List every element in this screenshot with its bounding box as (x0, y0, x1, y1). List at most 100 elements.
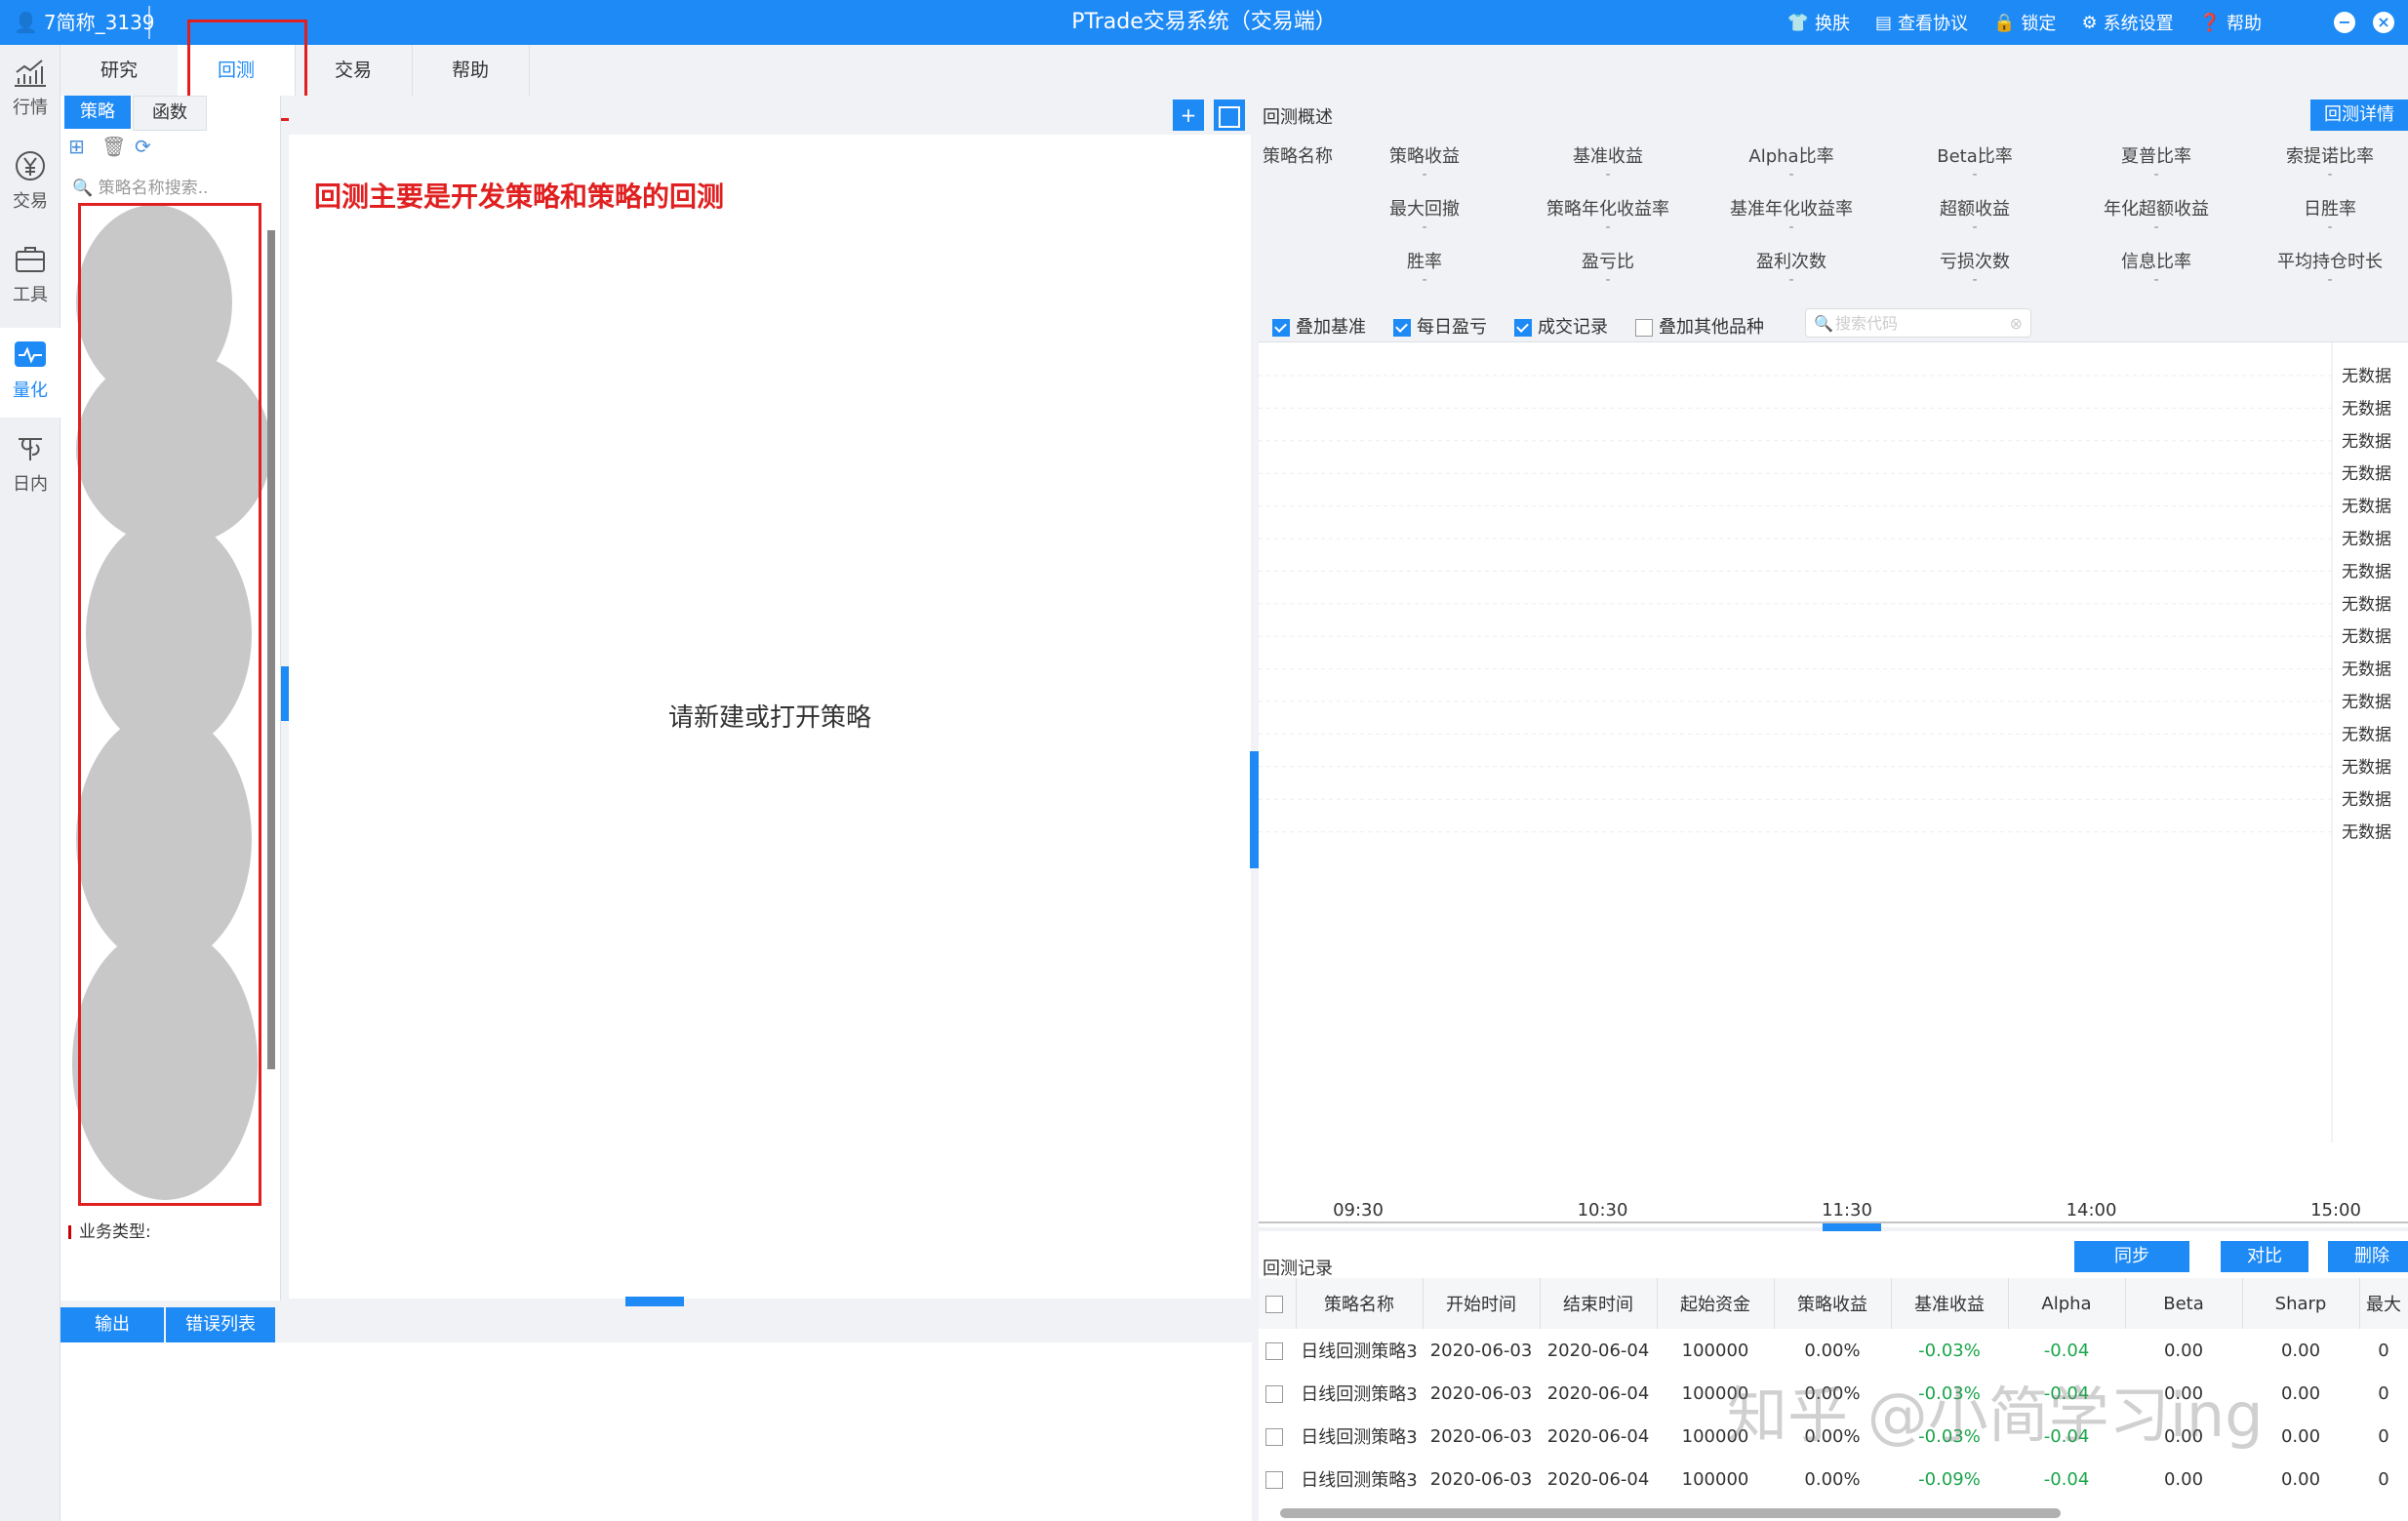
column-header[interactable]: 策略名称 (1296, 1278, 1424, 1329)
intraday-icon (19, 438, 42, 460)
vertical-splitter-handle[interactable] (1250, 751, 1259, 868)
table-cell: -0.04 (2043, 1468, 2090, 1490)
sidebar-item-quant[interactable]: 量化 (0, 328, 60, 418)
document-icon: ▤ (1875, 12, 1893, 33)
y-tick-label: 无数据 (2342, 432, 2391, 452)
refresh-icon[interactable]: ⟳ (135, 135, 151, 158)
column-header[interactable]: 结束时间 (1540, 1278, 1658, 1329)
close-button[interactable]: × (2373, 12, 2394, 33)
column-header[interactable]: Alpha (2008, 1278, 2126, 1329)
help-icon: ❓ (2198, 12, 2221, 33)
table-cell: 2020-06-03 (1429, 1468, 1533, 1490)
settings-button[interactable]: ⚙ 系统设置 (2081, 10, 2173, 35)
symbol-search-input[interactable]: 🔍 搜索代码 ⊗ (1805, 308, 2031, 338)
skin-button[interactable]: 👕 换肤 (1787, 10, 1850, 35)
new-strategy-button[interactable]: + (1173, 100, 1204, 131)
row-checkbox[interactable] (1259, 1329, 1296, 1372)
table-cell: 2020-06-03 (1429, 1425, 1533, 1447)
stat-profit-loss-ratio: 盈亏比 - (1582, 252, 1634, 288)
delete-button[interactable]: 删除 (2328, 1241, 2408, 1272)
table-cell: 2020-06-04 (1546, 1382, 1650, 1404)
column-header[interactable]: 开始时间 (1423, 1278, 1541, 1329)
table-cell: 0 (2378, 1340, 2389, 1361)
collapse-left-panel-handle[interactable] (281, 666, 289, 721)
checkbox-checked-icon (1272, 319, 1290, 337)
help-button[interactable]: ❓ 帮助 (2199, 10, 2262, 35)
table-horizontal-scrollbar[interactable] (1280, 1508, 2061, 1518)
tab-research[interactable]: 研究 (60, 45, 179, 96)
stat-win-count: 盈利次数 - (1756, 252, 1826, 288)
stat-max-drawdown: 最大回撤 - (1389, 199, 1460, 235)
column-header[interactable]: 最大 (2359, 1278, 2408, 1329)
clear-icon[interactable]: ⊗ (2010, 309, 2023, 339)
sidebar-item-intraday[interactable]: 日内 (0, 421, 60, 511)
x-tick-label: 15:00 (2310, 1200, 2361, 1221)
trade-records-checkbox[interactable]: 成交记录 (1514, 313, 1608, 339)
checkbox-unchecked-icon (1265, 1384, 1283, 1403)
tab-help[interactable]: 帮助 (412, 45, 530, 96)
table-cell: 0 (2378, 1382, 2389, 1404)
tab-error-list[interactable]: 错误列表 (166, 1307, 275, 1342)
backtest-detail-button[interactable]: 回测详情 (2310, 100, 2408, 131)
sync-button[interactable]: 同步 (2074, 1241, 2189, 1272)
tab-output[interactable]: 输出 (60, 1307, 164, 1342)
search-icon: 🔍 (1814, 314, 1833, 333)
add-strategy-icon[interactable]: ⊞ (68, 135, 85, 158)
table-cell: 日线回测策略3 (1301, 1427, 1418, 1448)
y-tick-label: 无数据 (2342, 823, 2391, 843)
table-row[interactable]: 日线回测策略3 2020-06-03 2020-06-04 100000 0.00% -0… (1259, 1458, 2408, 1501)
lock-button[interactable]: 🔒 锁定 (1993, 10, 2056, 35)
column-header[interactable]: Beta (2125, 1278, 2243, 1329)
list-scrollbar[interactable] (267, 230, 275, 1069)
table-cell: 2020-06-04 (1546, 1425, 1650, 1447)
table-cell: 日线回测策略3 (1301, 1384, 1418, 1405)
select-all-checkbox[interactable] (1259, 1278, 1297, 1329)
stat-strategy-return: 策略收益 - (1389, 146, 1460, 182)
y-tick-label: 无数据 (2342, 758, 2391, 778)
compare-button[interactable]: 对比 (2221, 1241, 2308, 1272)
chart-options: 叠加基准 每日盈亏 成交记录 叠加其他品种 (1272, 313, 1764, 339)
stat-sortino: 索提诺比率 - (2286, 146, 2374, 182)
title-actions: 👕 换肤 ▤ 查看协议 🔒 锁定 ⚙ 系统设置 ❓ 帮助 (1787, 0, 2262, 45)
overlay-other-symbols-checkbox[interactable]: 叠加其他品种 (1635, 313, 1764, 339)
row-checkbox[interactable] (1259, 1458, 1296, 1501)
table-cell: 100000 (1681, 1468, 1749, 1490)
tab-trade[interactable]: 交易 (295, 45, 413, 96)
checkbox-checked-icon (1393, 319, 1411, 337)
stat-annual-excess-return: 年化超额收益 - (2104, 199, 2209, 235)
stat-win-rate: 胜率 - (1407, 252, 1442, 288)
sidebar-item-market[interactable]: 行情 (0, 45, 60, 135)
column-header[interactable]: Sharp (2242, 1278, 2360, 1329)
checkbox-unchecked-icon (1265, 1341, 1283, 1360)
y-tick-label: 无数据 (2342, 530, 2391, 549)
x-tick-label: 14:00 (2067, 1200, 2117, 1221)
sidebar-item-trade[interactable]: 交易 (0, 139, 60, 228)
output-console (60, 1342, 1252, 1521)
delete-icon[interactable]: 🗑 (101, 135, 126, 158)
checkbox-unchecked-icon (1265, 1470, 1283, 1489)
overlay-benchmark-checkbox[interactable]: 叠加基准 (1272, 313, 1366, 339)
window-controls: − × (2334, 0, 2394, 45)
editor-header: + (289, 96, 1251, 135)
minimize-button[interactable]: − (2334, 12, 2355, 33)
collapse-output-handle[interactable] (625, 1297, 684, 1306)
column-header[interactable]: 起始资金 (1657, 1278, 1775, 1329)
view-agreement-button[interactable]: ▤ 查看协议 (1875, 10, 1968, 35)
daily-pnl-checkbox[interactable]: 每日盈亏 (1393, 313, 1487, 339)
tab-strategy[interactable]: 策略 (64, 96, 131, 129)
row-checkbox[interactable] (1259, 1415, 1296, 1458)
main-sidebar: 行情 交易 工具 量化 日内 (0, 45, 60, 1521)
table-header-row: 策略名称 开始时间 结束时间 起始资金 策略收益 基准收益 Alpha Beta… (1259, 1278, 2408, 1329)
table-cell: 2020-06-03 (1429, 1340, 1533, 1361)
y-tick-label: 无数据 (2342, 367, 2391, 386)
strategy-panel: 策略 函数 ⊞ 🗑 ⟳ 🔍 策略名称搜索.. 业务类型: (60, 96, 281, 1301)
strategy-search-input[interactable]: 🔍 策略名称搜索.. (72, 172, 267, 205)
sidebar-item-tools[interactable]: 工具 (0, 232, 60, 322)
maximize-editor-button[interactable] (1214, 100, 1245, 131)
table-cell: 2020-06-03 (1429, 1382, 1533, 1404)
row-checkbox[interactable] (1259, 1372, 1296, 1415)
table-cell: 日线回测策略3 (1301, 1470, 1418, 1491)
column-header[interactable]: 策略收益 (1774, 1278, 1892, 1329)
tab-functions[interactable]: 函数 (133, 96, 207, 131)
column-header[interactable]: 基准收益 (1891, 1278, 2009, 1329)
